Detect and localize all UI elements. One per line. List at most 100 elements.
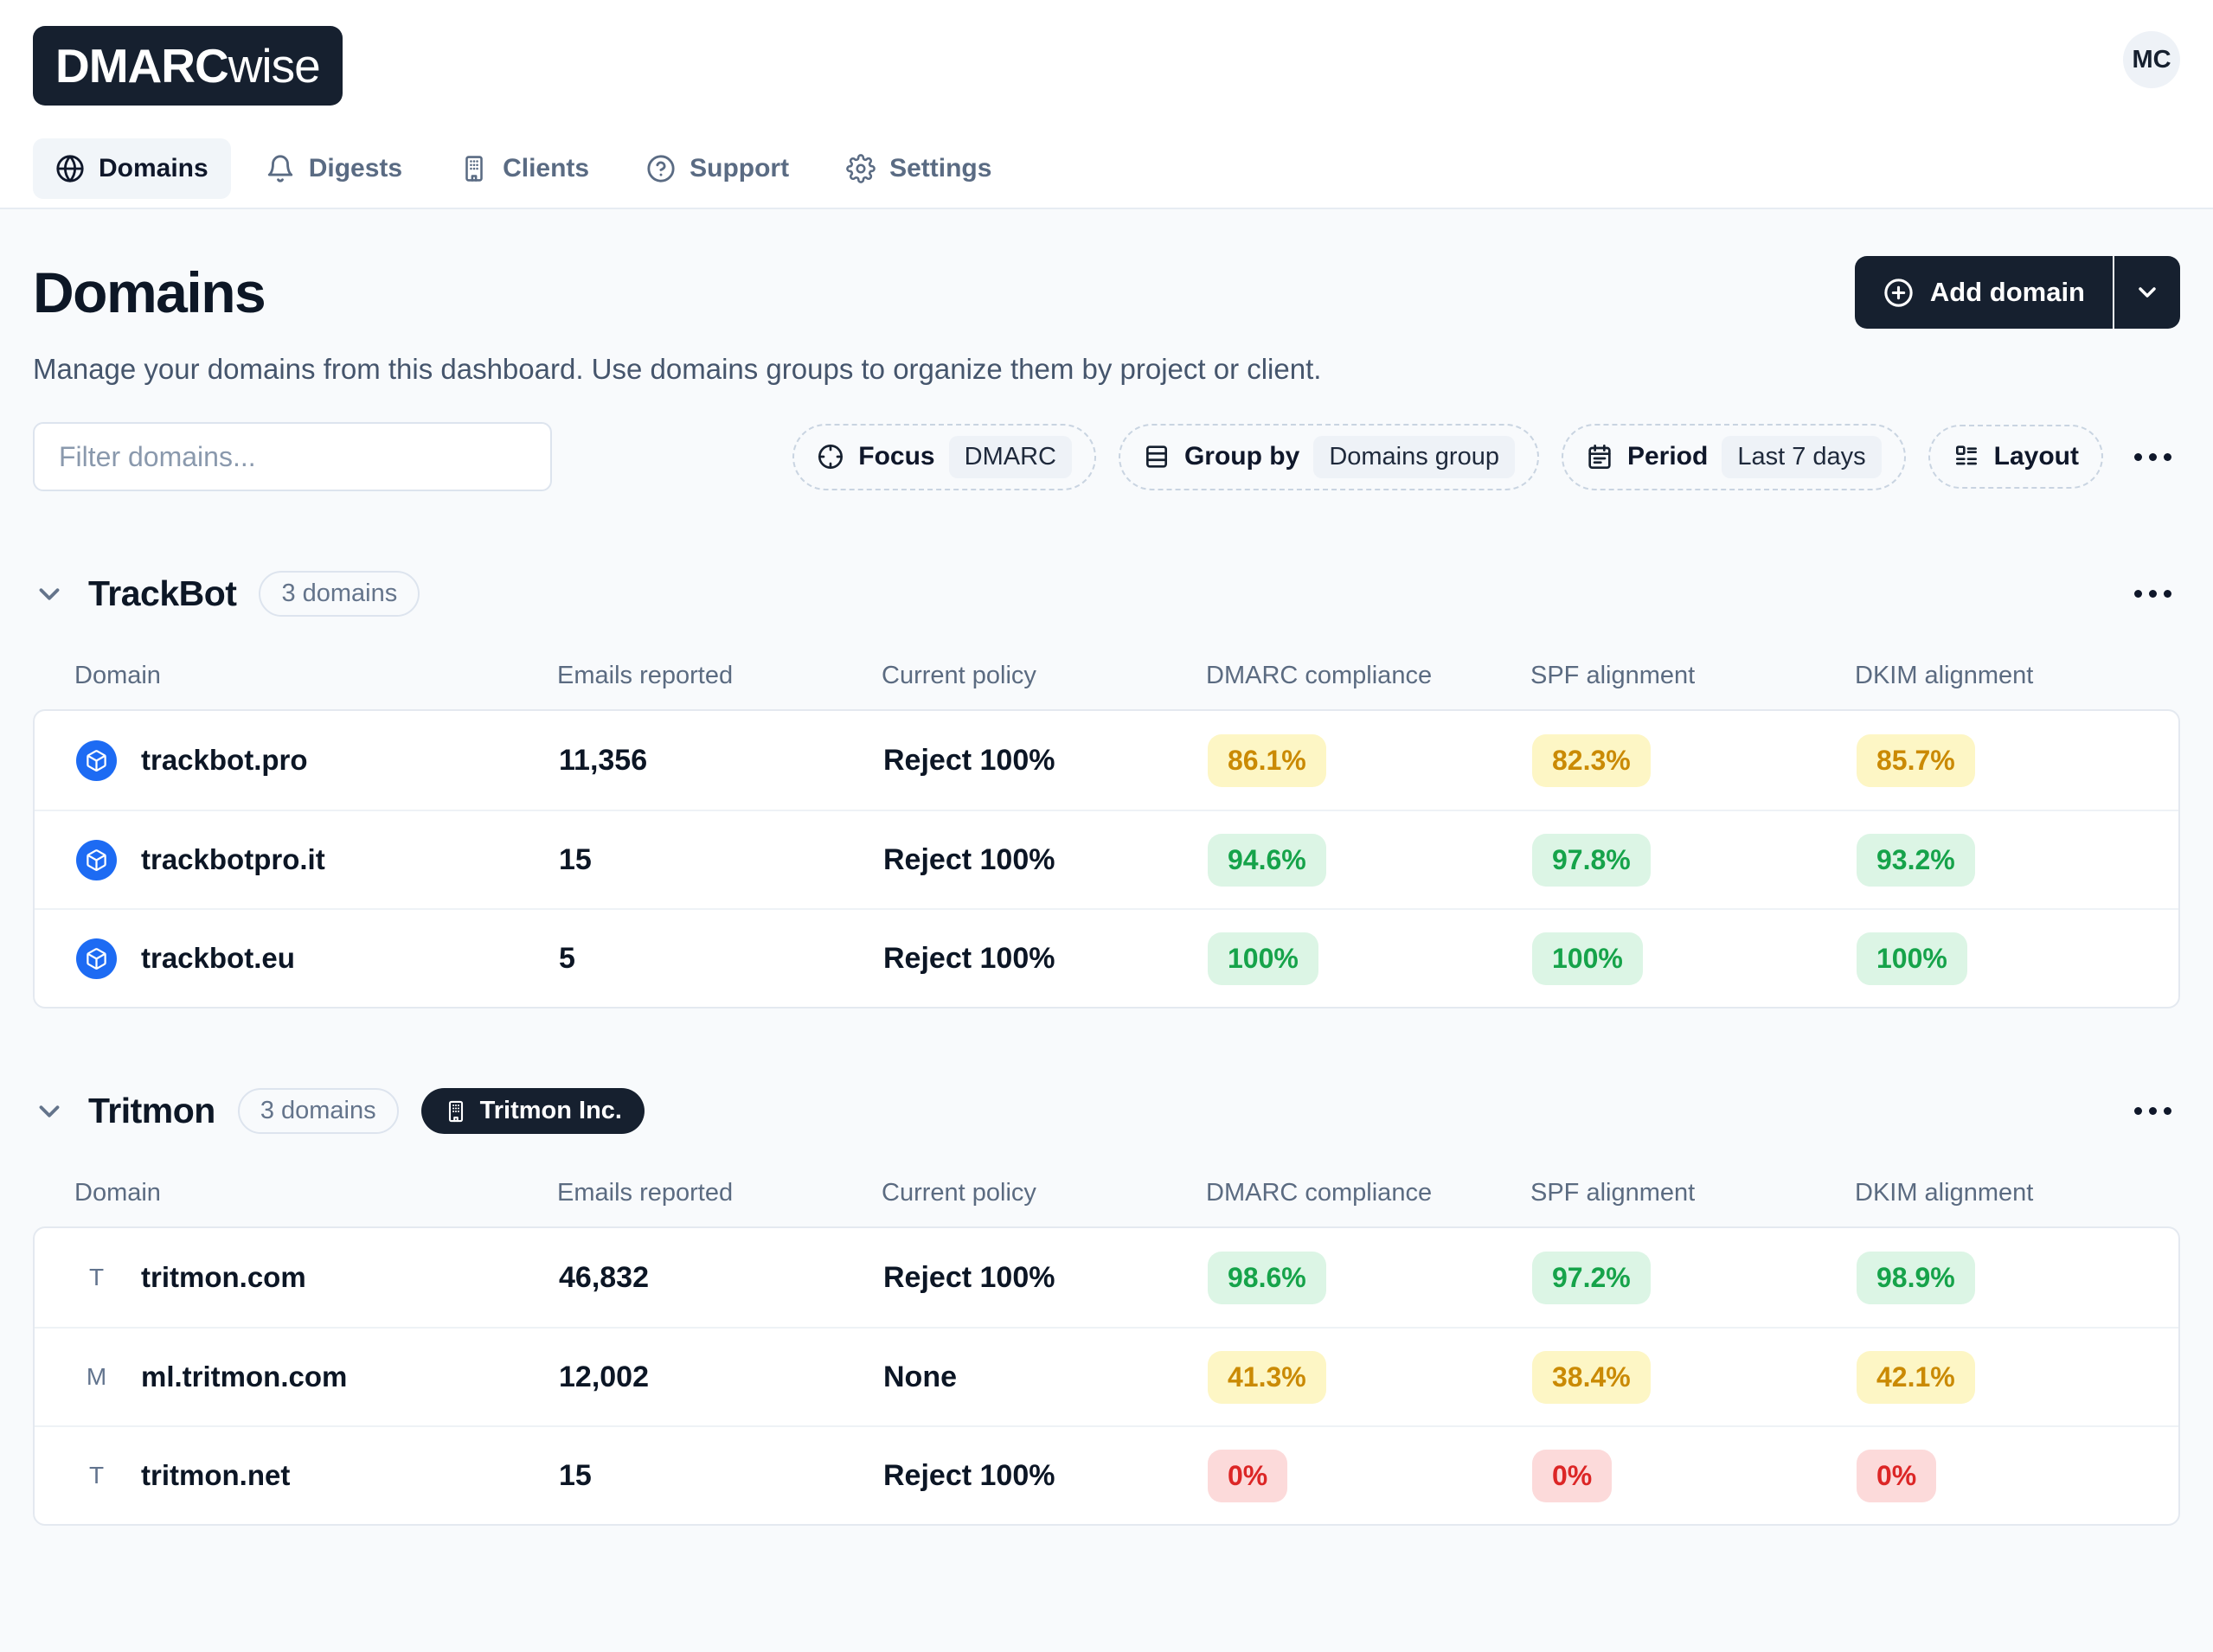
domain-favicon-cube-icon: [76, 938, 117, 979]
group-domain-count-badge: 3 domains: [259, 571, 420, 617]
group-name: TrackBot: [88, 573, 236, 614]
group-more-button[interactable]: [2126, 1098, 2180, 1124]
add-domain-menu-button[interactable]: [2114, 256, 2180, 329]
chevron-down-icon: [33, 1095, 66, 1128]
table-row[interactable]: trackbotpro.it 15 Reject 100% 94.6% 97.8…: [35, 810, 2178, 908]
collapse-group-button[interactable]: [33, 578, 66, 611]
dmarc-compliance-badge: 41.3%: [1208, 1351, 1326, 1404]
add-domain-label: Add domain: [1930, 277, 2085, 308]
dmarc-compliance-badge: 86.1%: [1208, 734, 1326, 787]
domains-group-tritmon: Tritmon 3 domains Tritmon Inc. Domain Em…: [33, 1088, 2180, 1526]
collapse-group-button[interactable]: [33, 1095, 66, 1128]
tab-domains[interactable]: Domains: [33, 138, 231, 199]
add-domain-split-button: Add domain: [1855, 256, 2180, 329]
dmarc-compliance-badge: 100%: [1208, 932, 1318, 985]
period-value: Last 7 days: [1722, 436, 1881, 478]
bell-icon: [266, 154, 295, 183]
add-domain-button[interactable]: Add domain: [1855, 256, 2113, 329]
ellipsis-icon: [2134, 1107, 2142, 1115]
table-row[interactable]: M ml.tritmon.com 12,002 None 41.3% 38.4%…: [35, 1327, 2178, 1425]
table-row[interactable]: trackbot.eu 5 Reject 100% 100% 100% 100%: [35, 908, 2178, 1007]
layout-button[interactable]: Layout: [1928, 425, 2103, 489]
group-by-button[interactable]: Group by Domains group: [1119, 424, 1539, 490]
controls-row: Focus DMARC Group by Domains group Perio…: [33, 422, 2180, 491]
layout-label: Layout: [1994, 442, 2079, 471]
col-domain: Domain: [74, 1179, 557, 1207]
col-dmarc: DMARC compliance: [1206, 1179, 1530, 1207]
dkim-alignment-badge: 42.1%: [1857, 1351, 1975, 1404]
domain-letter-avatar: T: [76, 1264, 117, 1291]
gear-icon: [846, 154, 876, 183]
domain-name: tritmon.com: [141, 1261, 306, 1294]
period-label: Period: [1627, 442, 1708, 471]
avatar-initials: MC: [2132, 46, 2171, 74]
ellipsis-icon: [2134, 453, 2142, 461]
user-avatar[interactable]: MC: [2123, 31, 2180, 88]
domain-letter-avatar: T: [76, 1462, 117, 1489]
organization-badge: Tritmon Inc.: [421, 1088, 645, 1134]
organization-name: Tritmon Inc.: [480, 1097, 622, 1125]
building-icon: [444, 1099, 468, 1124]
emails-reported: 15: [559, 843, 883, 877]
spf-alignment-badge: 97.8%: [1532, 834, 1651, 887]
dkim-alignment-badge: 0%: [1857, 1450, 1936, 1502]
dmarc-compliance-badge: 98.6%: [1208, 1252, 1326, 1304]
ellipsis-icon: [2134, 590, 2142, 598]
dkim-alignment-badge: 98.9%: [1857, 1252, 1975, 1304]
emails-reported: 12,002: [559, 1361, 883, 1394]
group-domain-count-badge: 3 domains: [238, 1088, 399, 1134]
col-dmarc: DMARC compliance: [1206, 662, 1530, 690]
table-header-row: Domain Emails reported Current policy DM…: [33, 1179, 2180, 1207]
domain-favicon-cube-icon: [76, 740, 117, 781]
group-more-button[interactable]: [2126, 581, 2180, 606]
brand-logo-light: wise: [228, 39, 320, 93]
dkim-alignment-badge: 85.7%: [1857, 734, 1975, 787]
group-by-label: Group by: [1184, 442, 1299, 471]
spf-alignment-badge: 100%: [1532, 932, 1643, 985]
dmarc-compliance-badge: 0%: [1208, 1450, 1287, 1502]
brand-logo[interactable]: DMARCwise: [33, 26, 343, 106]
more-options-button[interactable]: [2126, 445, 2180, 470]
page-subtitle: Manage your domains from this dashboard.…: [33, 353, 2180, 386]
emails-reported: 15: [559, 1459, 883, 1493]
tab-label: Clients: [503, 154, 589, 183]
domain-name: tritmon.net: [141, 1459, 290, 1492]
spf-alignment-badge: 0%: [1532, 1450, 1612, 1502]
focus-value: DMARC: [949, 436, 1072, 478]
group-name: Tritmon: [88, 1091, 215, 1131]
focus-filter-button[interactable]: Focus DMARC: [792, 424, 1096, 490]
table-row[interactable]: T tritmon.com 46,832 Reject 100% 98.6% 9…: [35, 1228, 2178, 1327]
current-policy: None: [883, 1361, 1208, 1394]
emails-reported: 46,832: [559, 1261, 883, 1295]
table-row[interactable]: trackbot.pro 11,356 Reject 100% 86.1% 82…: [35, 711, 2178, 810]
table-header-row: Domain Emails reported Current policy DM…: [33, 662, 2180, 690]
help-circle-icon: [646, 154, 676, 183]
domain-name: trackbot.pro: [141, 744, 308, 777]
col-policy: Current policy: [882, 662, 1206, 690]
current-policy: Reject 100%: [883, 1261, 1208, 1295]
chevron-down-icon: [33, 578, 66, 611]
domains-table: trackbot.pro 11,356 Reject 100% 86.1% 82…: [33, 709, 2180, 1008]
current-policy: Reject 100%: [883, 942, 1208, 976]
col-dkim: DKIM alignment: [1855, 1179, 2180, 1207]
tab-digests[interactable]: Digests: [243, 138, 425, 199]
tab-support[interactable]: Support: [624, 138, 811, 199]
domain-name: ml.tritmon.com: [141, 1361, 347, 1393]
col-emails: Emails reported: [557, 1179, 882, 1207]
col-emails: Emails reported: [557, 662, 882, 690]
current-policy: Reject 100%: [883, 1459, 1208, 1493]
tab-label: Digests: [309, 154, 402, 183]
col-dkim: DKIM alignment: [1855, 662, 2180, 690]
layout-list-icon: [1953, 443, 1980, 471]
table-row[interactable]: T tritmon.net 15 Reject 100% 0% 0% 0%: [35, 1425, 2178, 1524]
period-button[interactable]: Period Last 7 days: [1562, 424, 1906, 490]
filter-domains-input[interactable]: [33, 422, 552, 491]
col-spf: SPF alignment: [1530, 662, 1855, 690]
tab-clients[interactable]: Clients: [437, 138, 612, 199]
domains-group-trackbot: TrackBot 3 domains Domain Emails reporte…: [33, 571, 2180, 1008]
tab-settings[interactable]: Settings: [824, 138, 1014, 199]
chevron-down-icon: [2133, 279, 2161, 306]
current-policy: Reject 100%: [883, 744, 1208, 778]
spf-alignment-badge: 97.2%: [1532, 1252, 1651, 1304]
dmarc-compliance-badge: 94.6%: [1208, 834, 1326, 887]
